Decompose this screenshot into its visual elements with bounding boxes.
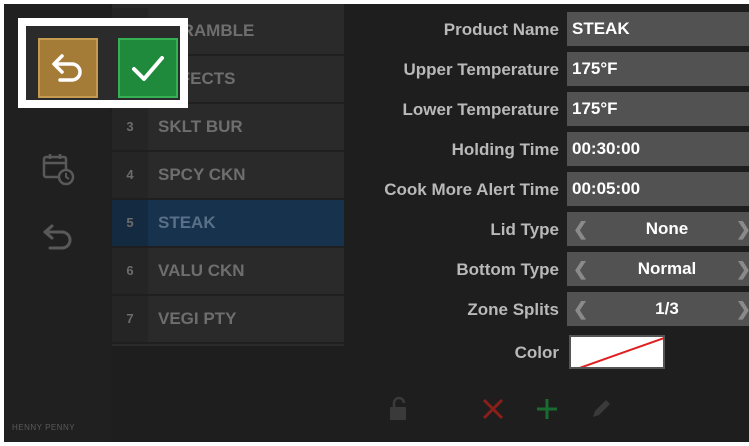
confirm-panel-body xyxy=(26,26,180,100)
calendar-clock-icon[interactable] xyxy=(40,150,76,186)
item-number: 7 xyxy=(112,296,148,342)
undo-arrow-icon xyxy=(52,54,82,82)
plus-icon[interactable] xyxy=(534,396,560,422)
lower-temperature-field[interactable]: 175°F xyxy=(567,92,749,126)
item-number: 5 xyxy=(112,200,148,246)
undo-button[interactable] xyxy=(38,38,98,98)
lid-type-selector[interactable]: ❮ None ❯ xyxy=(567,212,749,246)
color-label: Color xyxy=(514,343,559,362)
zone-splits-label: Zone Splits xyxy=(467,300,559,319)
bottom-type-label: Bottom Type xyxy=(456,260,559,279)
list-item[interactable]: 6 VALU CKN xyxy=(112,248,344,296)
chevron-right-icon[interactable]: ❯ xyxy=(736,252,749,286)
no-color-icon xyxy=(579,337,663,367)
product-name-label: Product Name xyxy=(443,20,559,39)
list-item-selected[interactable]: 5 STEAK xyxy=(112,200,344,248)
zone-splits-selector[interactable]: ❮ 1/3 ❯ xyxy=(567,292,749,326)
x-icon[interactable] xyxy=(480,396,506,422)
item-number: 6 xyxy=(112,248,148,294)
list-item[interactable]: 3 SKLT BUR xyxy=(112,104,344,152)
bottom-type-selector[interactable]: ❮ Normal ❯ xyxy=(567,252,749,286)
item-number: 3 xyxy=(112,104,148,150)
pencil-icon[interactable] xyxy=(588,396,614,422)
item-name: STEAK xyxy=(158,213,216,232)
checkmark-icon xyxy=(132,56,164,81)
confirm-button[interactable] xyxy=(118,38,178,98)
bottom-type-value: Normal xyxy=(637,259,697,278)
chevron-left-icon[interactable]: ❮ xyxy=(573,212,588,246)
holding-time-label: Holding Time xyxy=(451,140,559,159)
back-arrow-icon[interactable] xyxy=(40,218,76,254)
product-name-field[interactable]: STEAK xyxy=(567,12,749,46)
upper-temperature-label: Upper Temperature xyxy=(403,60,559,79)
item-name: VEGI PTY xyxy=(158,309,237,328)
item-name: SPCY CKN xyxy=(158,165,246,184)
brand-logo: HENNY PENNY xyxy=(12,423,76,432)
item-number: 4 xyxy=(112,152,148,198)
lid-type-label: Lid Type xyxy=(490,220,559,239)
screen: HENNY PENNY 1SCRAMBLE 2EFFECTS 3SKLT BUR… xyxy=(4,4,749,442)
cook-more-alert-label: Cook More Alert Time xyxy=(384,180,559,199)
item-name: VALU CKN xyxy=(158,261,245,280)
confirm-panel xyxy=(18,18,188,108)
lower-temperature-label: Lower Temperature xyxy=(402,100,559,119)
chevron-right-icon[interactable]: ❯ xyxy=(736,212,749,246)
chevron-left-icon[interactable]: ❮ xyxy=(573,292,588,326)
chevron-right-icon[interactable]: ❯ xyxy=(736,292,749,326)
zone-splits-value: 1/3 xyxy=(655,299,679,318)
holding-time-field[interactable]: 00:30:00 xyxy=(567,132,749,166)
list-item[interactable]: 7 VEGI PTY xyxy=(112,296,344,344)
unlock-icon[interactable] xyxy=(386,396,412,422)
color-swatch[interactable] xyxy=(569,335,665,369)
lid-type-value: None xyxy=(645,219,689,238)
chevron-left-icon[interactable]: ❮ xyxy=(573,252,588,286)
cook-more-alert-field[interactable]: 00:05:00 xyxy=(567,172,749,206)
item-name: SKLT BUR xyxy=(158,117,243,136)
upper-temperature-field[interactable]: 175°F xyxy=(567,52,749,86)
list-item[interactable]: 4 SPCY CKN xyxy=(112,152,344,200)
